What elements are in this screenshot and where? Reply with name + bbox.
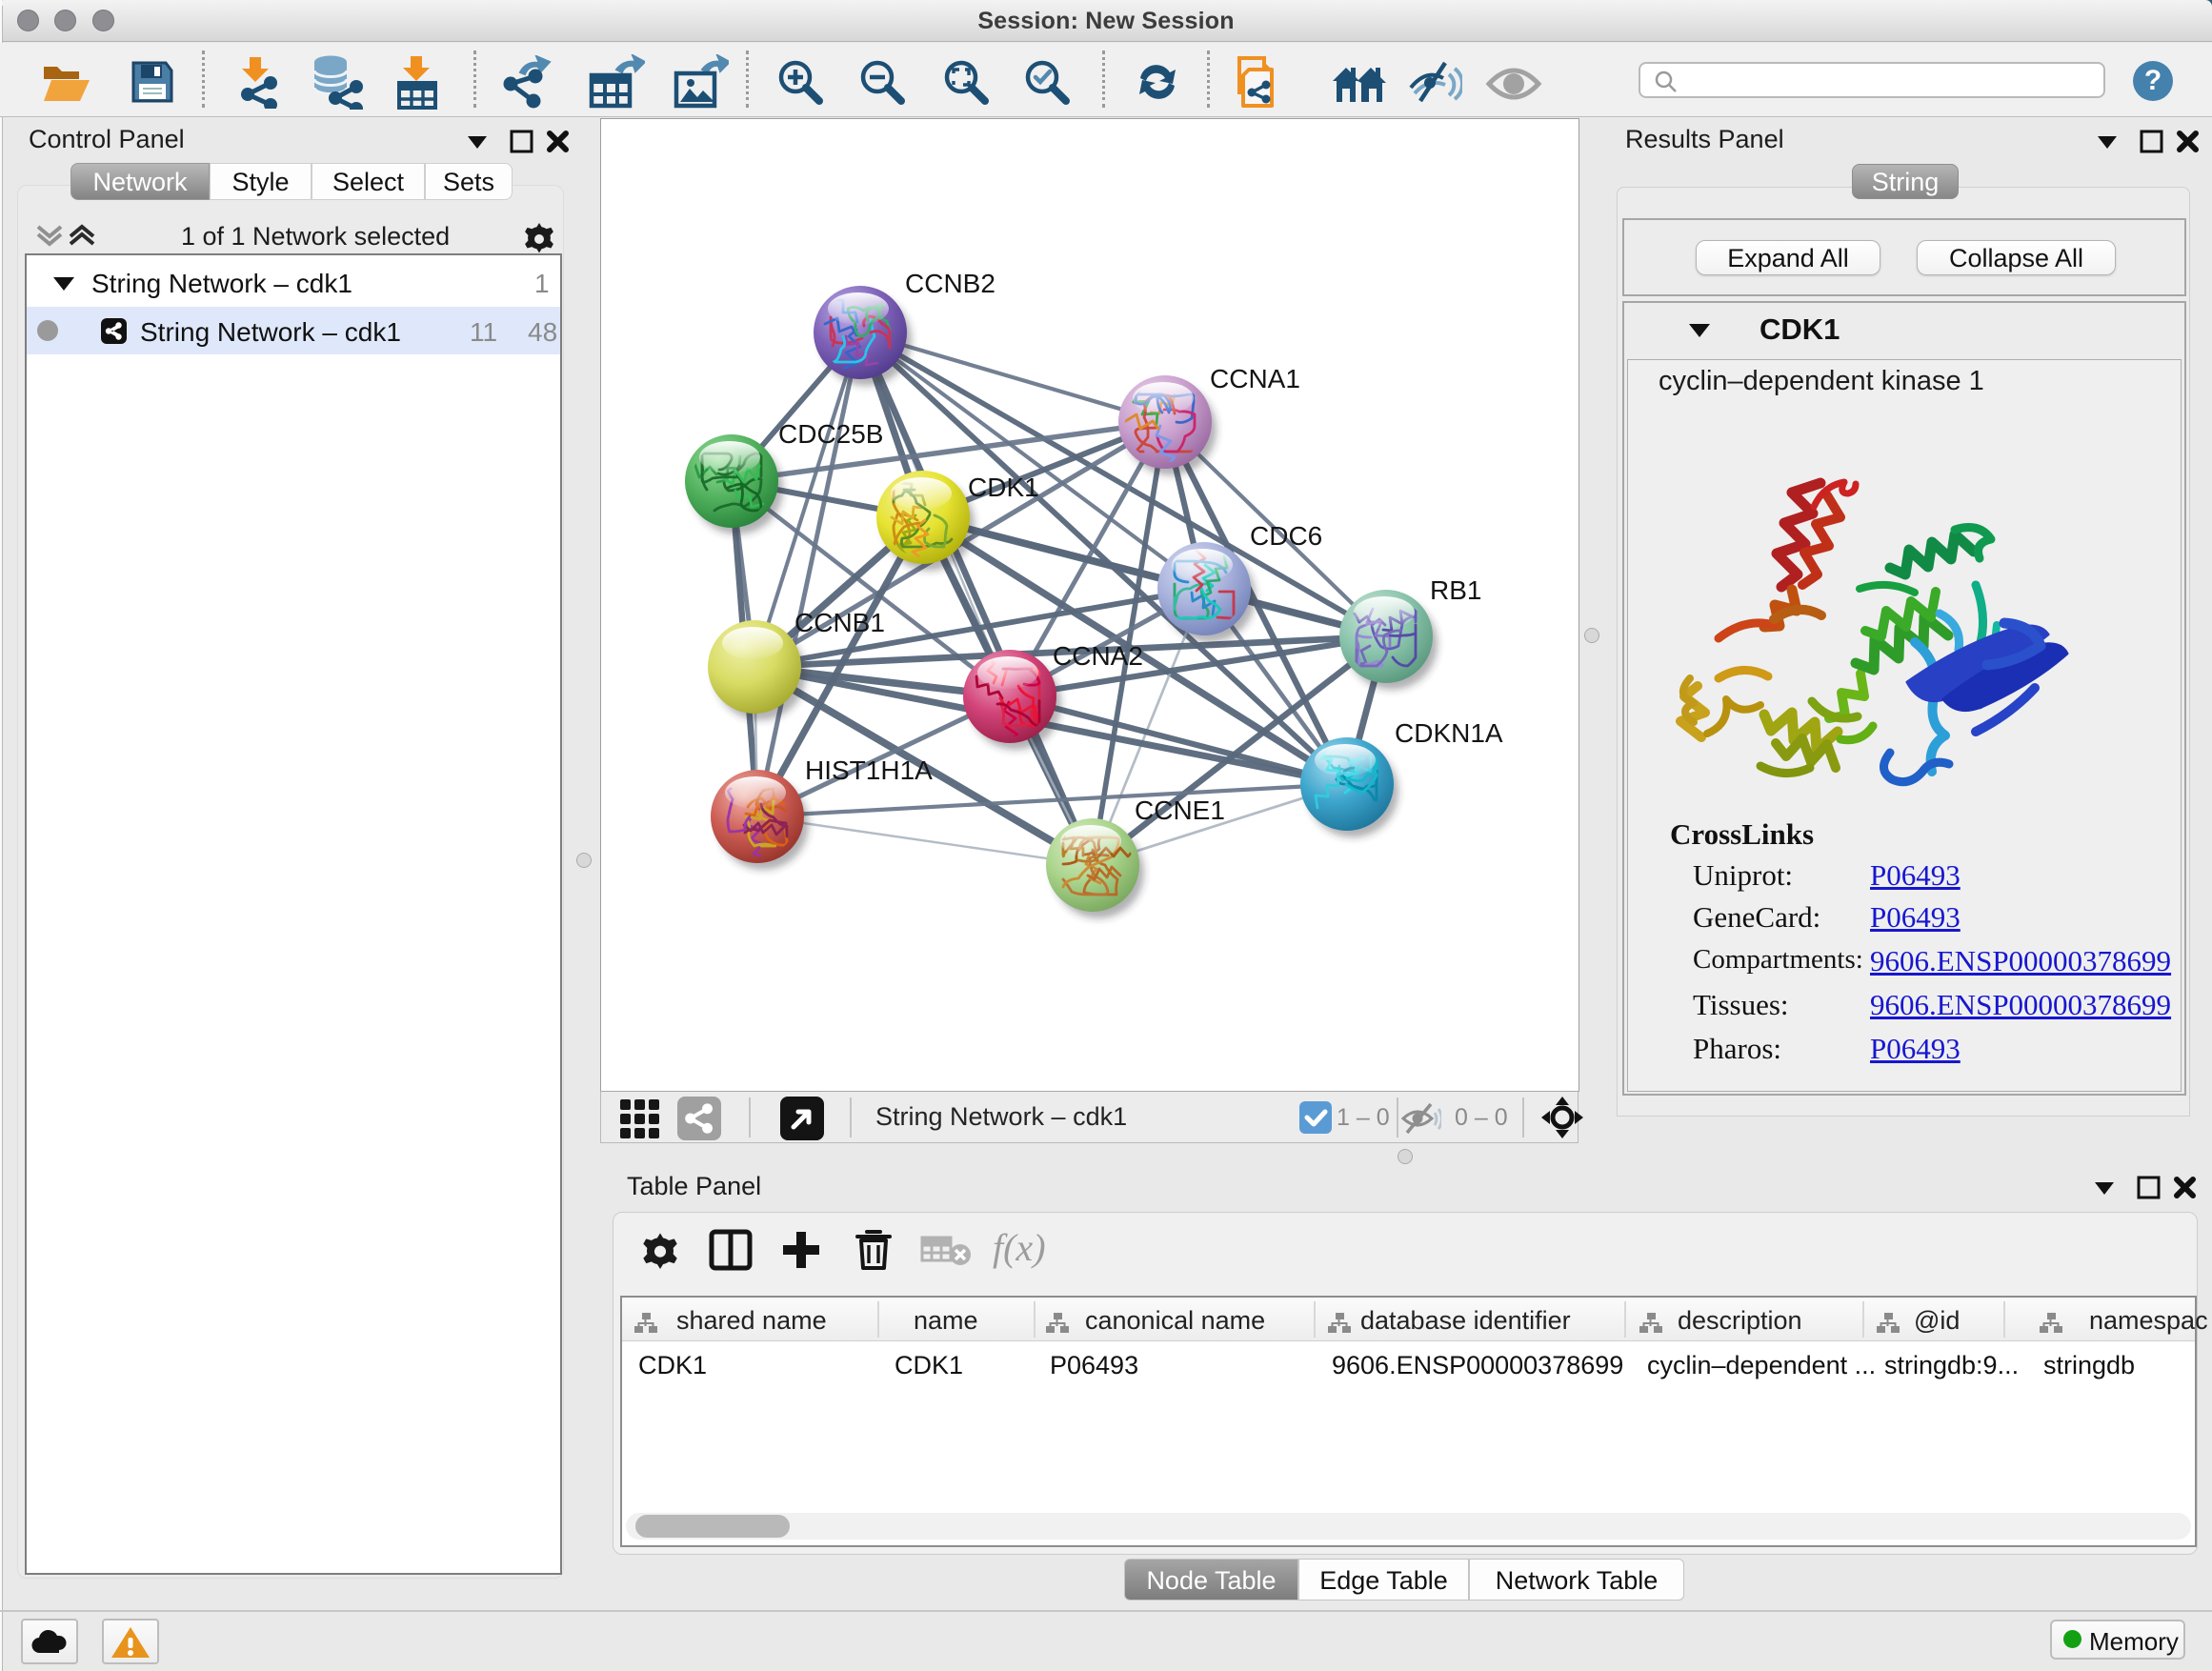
svg-text:CCNE1: CCNE1 xyxy=(1135,795,1225,825)
svg-text:CCNA1: CCNA1 xyxy=(1210,364,1300,393)
svg-text:CCNB2: CCNB2 xyxy=(905,269,995,298)
svg-text:RB1: RB1 xyxy=(1430,575,1481,605)
svg-text:CDC25B: CDC25B xyxy=(778,419,883,449)
svg-text:CDK1: CDK1 xyxy=(968,473,1039,502)
svg-text:CCNB1: CCNB1 xyxy=(794,608,885,637)
svg-text:CCNA2: CCNA2 xyxy=(1053,641,1143,671)
svg-text:CDC6: CDC6 xyxy=(1250,521,1322,551)
svg-text:HIST1H1A: HIST1H1A xyxy=(805,755,933,785)
svg-text:CDKN1A: CDKN1A xyxy=(1395,718,1503,748)
